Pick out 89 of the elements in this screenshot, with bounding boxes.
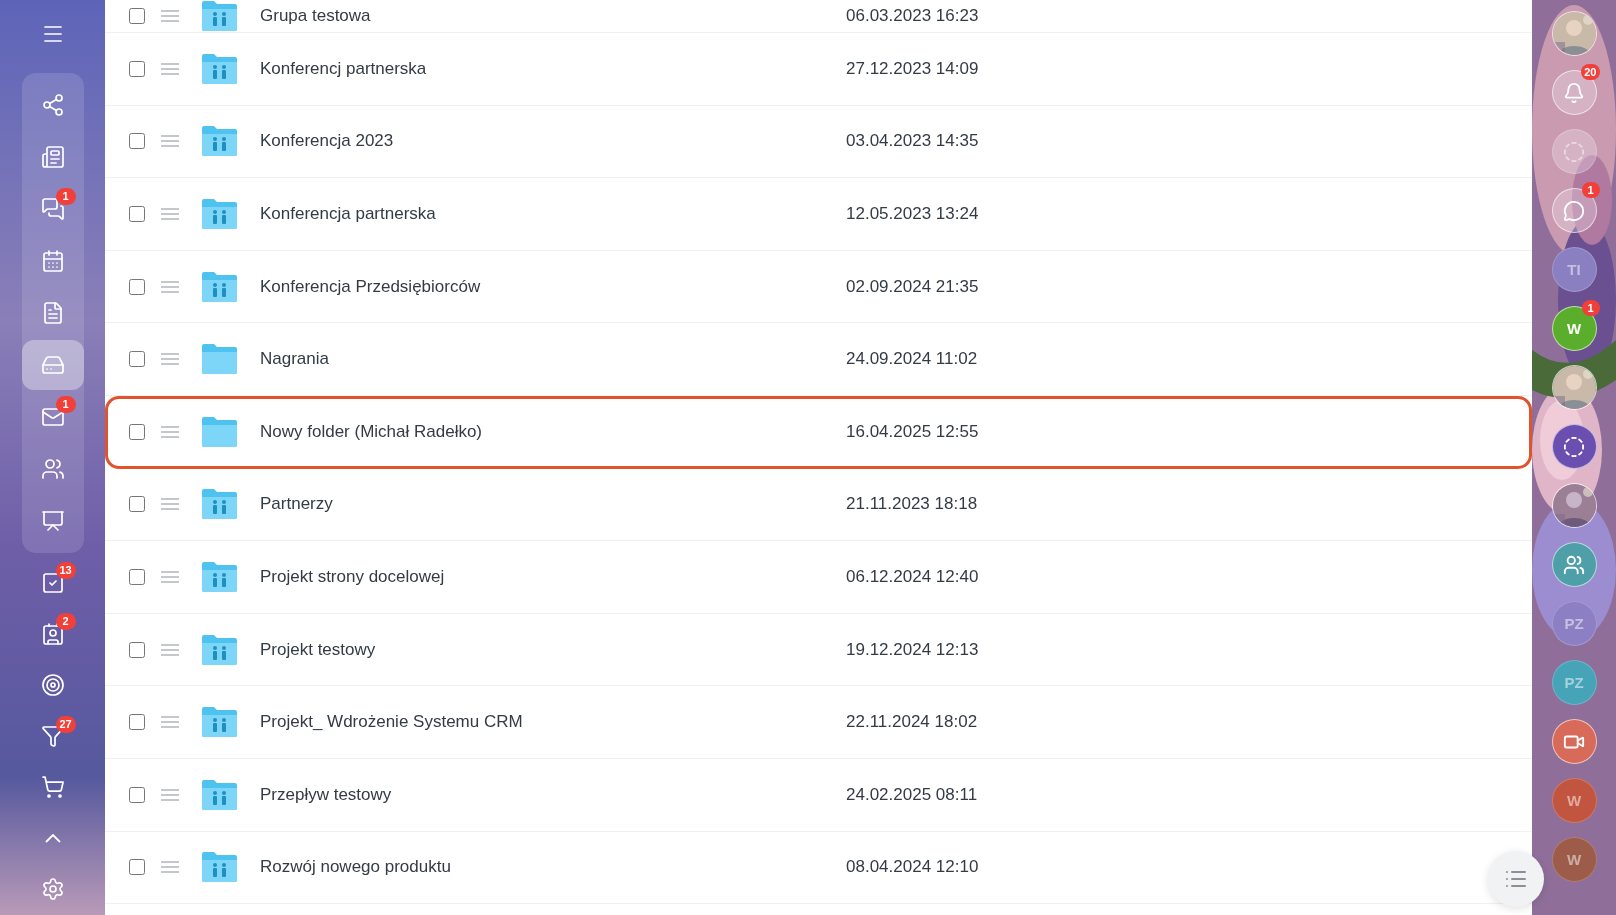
nav-button[interactable]: 2 (21, 609, 84, 659)
modified-date: 24.02.2025 08:11 (846, 784, 978, 805)
highlighted-folder-row[interactable]: Nowy folder (Michał Radełko) 16.04.2025 12:55 (105, 395, 1532, 469)
folder-name[interactable]: Nagrania (260, 349, 846, 370)
list-button[interactable] (1488, 851, 1544, 907)
drag-handle-icon[interactable] (161, 716, 179, 729)
drag-handle-icon[interactable] (161, 62, 179, 75)
count-badge: 27 (55, 715, 76, 733)
count-badge: 2 (55, 613, 76, 631)
folder-name[interactable]: Projekt testowy (260, 639, 846, 660)
cart-icon (40, 775, 65, 800)
count-badge: 1 (55, 188, 76, 206)
row-checkbox[interactable] (129, 8, 145, 24)
calendar-icon (40, 249, 65, 274)
folder-name[interactable]: Rozwój nowego produktu (260, 857, 846, 878)
modified-date: 12.05.2023 13:24 (846, 204, 979, 224)
folder-name[interactable]: Konferencja Przedsiębiorców (260, 276, 846, 297)
drag-handle-icon[interactable] (161, 135, 179, 148)
row-checkbox[interactable] (129, 786, 145, 803)
folder-name[interactable]: Konferencja partnerska (260, 204, 846, 224)
row-checkbox[interactable] (129, 278, 145, 295)
row-checkbox[interactable] (129, 859, 145, 876)
nav-button[interactable] (21, 340, 84, 391)
nav-button[interactable]: 27 (21, 711, 84, 761)
count-badge: 13 (55, 562, 76, 580)
modified-date: 02.09.2024 21:35 (846, 276, 979, 297)
nav-button[interactable]: 1 (21, 392, 84, 443)
folder-name[interactable]: Przepływ testowy (260, 784, 846, 805)
people-icon (40, 457, 65, 482)
modified-date: 22.11.2024 18:02 (846, 712, 978, 733)
row-checkbox[interactable] (129, 351, 145, 368)
modified-date: 16.04.2025 12:55 (846, 422, 979, 443)
shared-folder-icon (201, 851, 238, 884)
target-icon (40, 672, 65, 697)
newspaper-icon (40, 145, 65, 170)
row-checkbox[interactable] (129, 206, 145, 222)
row-checkbox[interactable] (129, 424, 145, 441)
row-checkbox[interactable] (129, 60, 145, 77)
modified-date: 19.12.2024 12:13 (846, 639, 979, 660)
modified-date: 08.04.2024 12:10 (846, 857, 979, 878)
shared-folder-icon (201, 52, 238, 85)
drag-handle-icon[interactable] (161, 643, 179, 656)
drag-handle-icon[interactable] (161, 10, 179, 22)
row-checkbox[interactable] (129, 568, 145, 585)
shared-folder-icon (201, 633, 238, 666)
modified-date: 06.03.2023 16:23 (846, 6, 979, 26)
folder-name[interactable]: Partnerzy (260, 494, 846, 515)
row-checkbox[interactable] (129, 714, 145, 731)
folder-name[interactable]: Projekt_ Wdrożenie Systemu CRM (260, 712, 846, 733)
modified-date: 27.12.2023 14:09 (846, 58, 979, 79)
folder-name[interactable]: Nowy folder (Michał Radełko) (260, 422, 846, 443)
shared-folder-icon (201, 198, 238, 230)
folder-name[interactable]: Konferencj partnerska (260, 58, 846, 79)
nav-button[interactable]: 1 (21, 184, 84, 235)
shared-folder-icon (201, 488, 238, 521)
chevron-up-icon (44, 833, 61, 843)
drag-handle-icon[interactable] (161, 208, 179, 220)
shared-folder-icon (201, 270, 238, 303)
drag-handle-icon[interactable] (161, 788, 179, 801)
drag-handle-icon[interactable] (161, 280, 179, 293)
folder-icon (201, 343, 238, 376)
row-checkbox[interactable] (129, 133, 145, 150)
folder-icon (201, 416, 238, 449)
shared-folder-icon (201, 0, 238, 32)
nav-button[interactable]: 13 (21, 558, 84, 608)
drag-handle-icon[interactable] (161, 353, 179, 366)
shared-folder-icon (201, 778, 238, 811)
drag-handle-icon[interactable] (161, 570, 179, 583)
shared-folder-icon (201, 125, 238, 158)
presentation-icon (40, 509, 65, 534)
contact-card-icon (40, 621, 65, 646)
modified-date: 03.04.2023 14:35 (846, 131, 979, 152)
count-badge: 1 (55, 396, 76, 414)
modified-date: 21.11.2023 18:18 (846, 494, 978, 515)
network-icon (40, 93, 65, 118)
folder-name[interactable]: Konferencja 2023 (260, 131, 846, 152)
modified-date: 06.12.2024 12:40 (846, 566, 979, 587)
chat-icon (40, 197, 65, 222)
shared-folder-icon (201, 706, 238, 739)
modified-date: 24.09.2024 11:02 (846, 349, 978, 370)
row-checkbox[interactable] (129, 641, 145, 658)
shared-folder-icon (201, 560, 238, 593)
drag-handle-icon[interactable] (161, 861, 179, 874)
folder-name[interactable]: Grupa testowa (260, 6, 846, 26)
folder-name[interactable]: Projekt strony docelowej (260, 566, 846, 587)
row-checkbox[interactable] (129, 496, 145, 513)
drag-handle-icon[interactable] (161, 498, 179, 511)
drag-handle-icon[interactable] (161, 426, 179, 439)
settings-icon (40, 877, 65, 902)
